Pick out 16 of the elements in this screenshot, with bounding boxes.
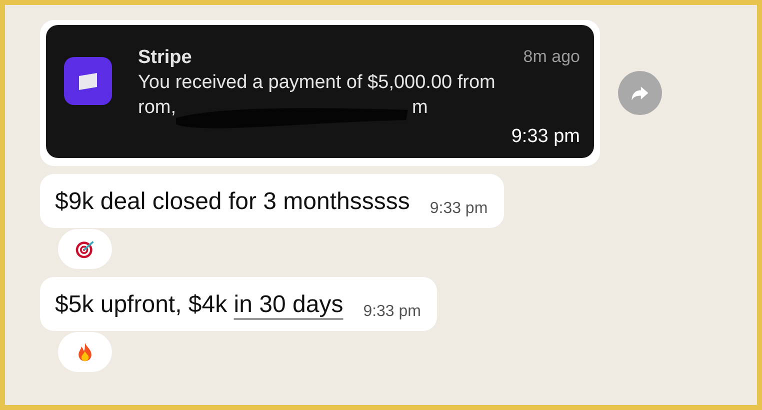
forward-button[interactable]	[618, 71, 662, 115]
message-time: 9:33 pm	[430, 200, 488, 218]
message-time: 9:33 pm	[363, 303, 421, 321]
notification-text: You received a payment of $5,000.00 from	[138, 72, 496, 94]
reaction-pill[interactable]	[58, 332, 112, 372]
app-icon	[64, 57, 112, 105]
date-link[interactable]: in 30 days	[234, 291, 344, 318]
reaction-pill[interactable]	[58, 229, 112, 269]
message-time: 9:33 pm	[510, 126, 580, 148]
sender-text: rom,	[138, 97, 176, 119]
sender-text: m	[412, 97, 428, 119]
app-name: Stripe	[138, 47, 192, 69]
message-text: $5k upfront, $4k in 30 days	[55, 291, 344, 319]
message-text: $9k deal closed for 3 monthsssss	[55, 188, 410, 216]
target-icon	[74, 238, 96, 260]
notification-age: 8m ago	[523, 47, 580, 68]
